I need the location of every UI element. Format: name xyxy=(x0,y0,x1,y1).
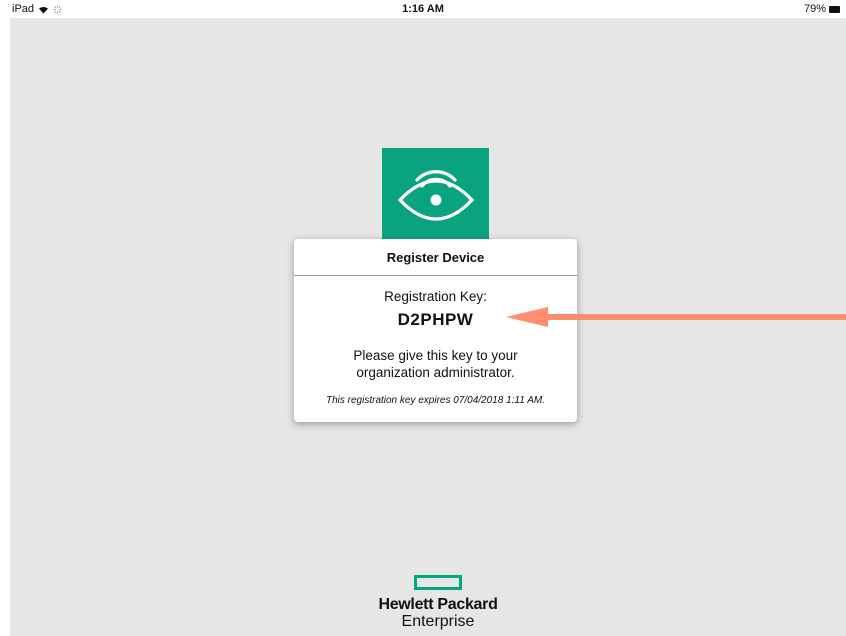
expiry-note: This registration key expires 07/04/2018… xyxy=(325,395,545,406)
register-device-dialog: Register Device Registration Key: D2PHPW… xyxy=(294,239,577,422)
status-right: 79% xyxy=(804,3,840,15)
app-logo xyxy=(382,148,489,252)
dialog-title: Register Device xyxy=(294,239,577,276)
registration-key-label: Registration Key: xyxy=(384,289,487,304)
brand-line-1: Hewlett Packard xyxy=(378,596,498,613)
status-time: 1:16 AM xyxy=(402,3,444,15)
battery-percent: 79% xyxy=(803,3,826,15)
annotation-arrow-icon xyxy=(506,307,846,327)
battery-icon xyxy=(829,5,840,13)
app-screen: Register Device Registration Key: D2PHPW… xyxy=(10,18,846,636)
hpe-logo: Hewlett Packard Enterprise xyxy=(350,575,526,635)
brand-line-2: Enterprise xyxy=(401,613,475,630)
dialog-message: Please give this key to your organizatio… xyxy=(353,348,518,380)
eye-signal-icon xyxy=(397,170,475,221)
hpe-element-icon xyxy=(414,575,462,590)
status-bar: iPad 1:16 AM 79% xyxy=(0,0,846,18)
